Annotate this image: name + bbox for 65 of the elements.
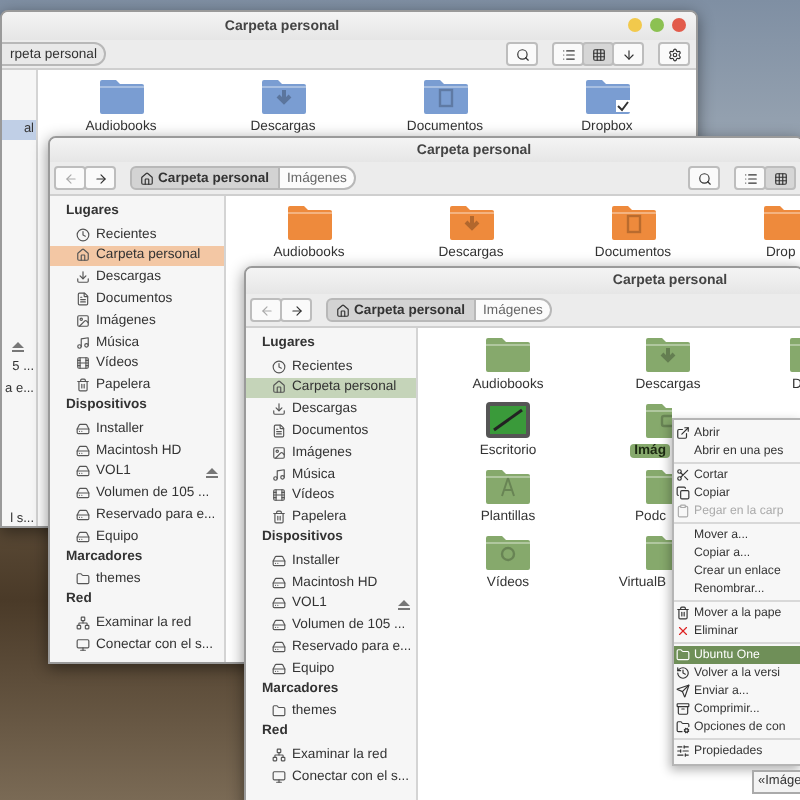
music-icon <box>272 467 286 482</box>
home-icon <box>336 303 350 317</box>
film-icon <box>272 488 286 503</box>
home-icon <box>272 380 286 395</box>
grid-icon <box>591 47 605 61</box>
settings-button[interactable] <box>658 42 690 66</box>
drive-icon <box>76 508 90 523</box>
drive-icon <box>272 640 286 655</box>
home-icon <box>140 171 154 185</box>
maximize-button[interactable] <box>650 18 664 32</box>
eject-icon[interactable] <box>398 599 410 610</box>
forward-arrow-icon <box>93 171 107 185</box>
download-icon <box>76 270 90 285</box>
desktop-screen-icon <box>484 400 532 440</box>
trash-icon <box>76 378 90 393</box>
back-arrow-icon <box>259 303 273 317</box>
eject-icon[interactable] <box>12 341 24 352</box>
network-icon <box>272 748 286 763</box>
drive-icon <box>272 575 286 590</box>
download-icon <box>272 402 286 417</box>
clock-icon <box>272 359 286 374</box>
search-button[interactable] <box>506 42 538 66</box>
clock-icon <box>76 227 90 242</box>
monitor-icon <box>272 769 286 784</box>
image-icon <box>76 313 90 328</box>
image-icon <box>272 445 286 460</box>
settings-icon <box>667 47 681 61</box>
trash-icon <box>272 510 286 525</box>
forward-button[interactable] <box>84 166 116 190</box>
eject-icon[interactable] <box>206 467 218 478</box>
search-icon <box>697 171 711 185</box>
list-icon <box>743 171 757 185</box>
grid-view-button[interactable] <box>582 42 614 66</box>
drive-icon <box>76 464 90 479</box>
drive-icon <box>76 486 90 501</box>
grid-view-button[interactable] <box>764 166 796 190</box>
folder-icon <box>272 704 286 719</box>
monitor-icon <box>76 637 90 652</box>
drive-icon <box>76 421 90 436</box>
compact-view-button[interactable] <box>612 42 644 66</box>
down-arrow-icon <box>621 47 635 61</box>
drive-icon <box>272 618 286 633</box>
close-icon <box>676 624 690 638</box>
document-icon <box>272 424 286 439</box>
folder-icon <box>76 572 90 587</box>
drive-icon <box>272 553 286 568</box>
search-icon <box>515 47 529 61</box>
film-icon <box>76 356 90 371</box>
home-icon <box>76 248 90 263</box>
forward-arrow-icon <box>289 303 303 317</box>
list-view-button[interactable] <box>552 42 584 66</box>
drive-icon <box>272 596 286 611</box>
list-icon <box>561 47 575 61</box>
close-button[interactable] <box>672 18 686 32</box>
list-view-button[interactable] <box>734 166 766 190</box>
document-icon <box>76 292 90 307</box>
forward-button[interactable] <box>280 298 312 322</box>
music-icon <box>76 335 90 350</box>
drive-icon <box>76 529 90 544</box>
grid-icon <box>773 171 787 185</box>
network-icon <box>76 616 90 631</box>
back-arrow-icon <box>63 171 77 185</box>
drive-icon <box>272 661 286 676</box>
search-button[interactable] <box>688 166 720 190</box>
drive-icon <box>76 443 90 458</box>
